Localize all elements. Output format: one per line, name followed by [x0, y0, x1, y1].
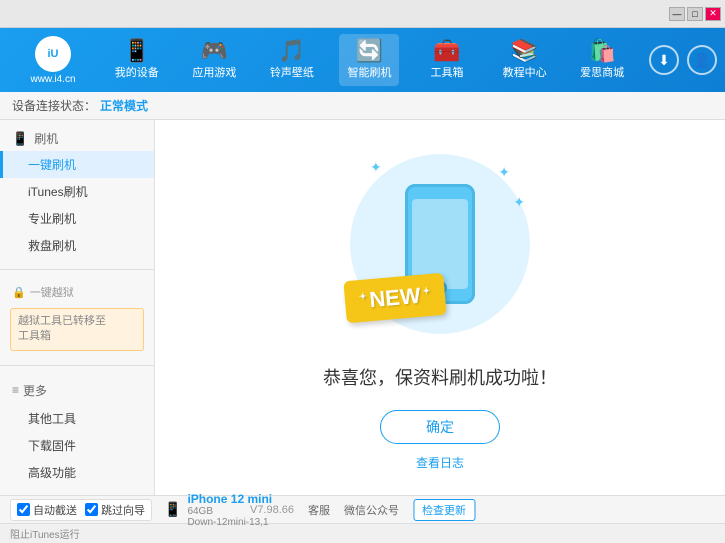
download-btn[interactable]: ⬇	[649, 45, 679, 75]
logo-area: iU www.i4.cn	[8, 36, 98, 85]
bottom-center: V7.98.66 客服 微信公众号 检查更新	[250, 499, 475, 521]
bottom-left: 自动截送 跳过向导 📱 iPhone 12 mini 64GB Down-12m…	[10, 492, 272, 528]
nav-items: 📱 我的设备 🎮 应用游戏 🎵 铃声壁纸 🔄 智能刷机 🧰 工具箱 📚 教程中心…	[98, 34, 641, 86]
jailbreak-notice-text: 越狱工具已转移至工具箱	[18, 315, 106, 342]
auto-send-label: 自动截送	[33, 502, 77, 518]
title-bar: — □ ✕	[0, 0, 725, 28]
view-log-link[interactable]: 查看日志	[416, 454, 464, 471]
nav-my-device[interactable]: 📱 我的设备	[107, 34, 167, 86]
tutorial-icon: 📚	[511, 40, 538, 62]
nav-apps-games-label: 应用游戏	[192, 64, 236, 80]
bottom-bar: 自动截送 跳过向导 📱 iPhone 12 mini 64GB Down-12m…	[0, 495, 725, 523]
logo-text: www.i4.cn	[30, 74, 75, 85]
nav-toolbox[interactable]: 🧰 工具箱	[417, 34, 477, 86]
window-controls: — □ ✕	[669, 7, 721, 21]
ringtones-icon: 🎵	[278, 40, 305, 62]
sidebar-header-flash: 📱 刷机	[0, 126, 154, 151]
customer-service-link[interactable]: 客服	[308, 502, 330, 518]
nav-tutorial-label: 教程中心	[503, 64, 547, 80]
nav-ringtones[interactable]: 🎵 铃声壁纸	[262, 34, 322, 86]
flash-section-icon: 📱	[12, 131, 28, 147]
nav-my-device-label: 我的设备	[115, 64, 159, 80]
smart-flash-icon: 🔄	[356, 40, 383, 62]
sidebar-item-advanced-features[interactable]: 高级功能	[0, 459, 154, 486]
divider-1	[0, 269, 154, 270]
skip-wizard-checkbox[interactable]	[85, 503, 98, 516]
sidebar-section-flash: 📱 刷机 一键刷机 iTunes刷机 专业刷机 救盘刷机	[0, 120, 154, 265]
success-illustration: ✦ ✦ ✦ NEW	[340, 144, 540, 344]
divider-2	[0, 365, 154, 366]
status-value: 正常模式	[100, 97, 148, 114]
sidebar-section-more: ≡ 更多 其他工具 下载固件 高级功能	[0, 370, 154, 492]
nav-smart-flash[interactable]: 🔄 智能刷机	[339, 34, 399, 86]
sparkle-1: ✦	[498, 164, 510, 181]
flash-section-label: 刷机	[34, 130, 58, 147]
itunes-status-text: 阻止iTunes运行	[10, 526, 80, 541]
nav-smart-flash-label: 智能刷机	[347, 64, 391, 80]
minimize-btn[interactable]: —	[669, 7, 685, 21]
jailbreak-notice: 越狱工具已转移至工具箱	[10, 308, 144, 351]
version-text: V7.98.66	[250, 504, 294, 516]
main-layout: 📱 刷机 一键刷机 iTunes刷机 专业刷机 救盘刷机 🔒 一键越狱	[0, 120, 725, 495]
content-area: ✦ ✦ ✦ NEW 恭喜您，保资料刷机成功啦！ 确定 查看日志	[155, 120, 725, 495]
fan-shop-icon: 🛍️	[588, 40, 615, 62]
more-section-icon: ≡	[12, 383, 19, 397]
sparkle-2: ✦	[513, 194, 525, 211]
new-badge: NEW	[343, 273, 446, 324]
device-phone-icon: 📱	[164, 501, 181, 518]
confirm-button[interactable]: 确定	[380, 410, 500, 444]
my-device-icon: 📱	[123, 40, 150, 62]
jailbreak-section-label: 一键越狱	[30, 284, 74, 300]
nav-toolbox-label: 工具箱	[431, 64, 464, 80]
sidebar-item-download-firmware[interactable]: 下载固件	[0, 432, 154, 459]
status-label: 设备连接状态：	[12, 97, 96, 114]
nav-right-buttons: ⬇ 👤	[649, 45, 717, 75]
sidebar-header-jailbreak: 🔒 一键越狱	[0, 280, 154, 304]
nav-fan-shop[interactable]: 🛍️ 爱思商城	[572, 34, 632, 86]
auto-send-checkbox-label[interactable]: 自动截送	[17, 502, 77, 518]
sidebar: 📱 刷机 一键刷机 iTunes刷机 专业刷机 救盘刷机 🔒 一键越狱	[0, 120, 155, 495]
sidebar-item-itunes-flash[interactable]: iTunes刷机	[0, 178, 154, 205]
nav-apps-games[interactable]: 🎮 应用游戏	[184, 34, 244, 86]
nav-tutorial[interactable]: 📚 教程中心	[495, 34, 555, 86]
logo-icon: iU	[35, 36, 71, 72]
sidebar-section-jailbreak: 🔒 一键越狱 越狱工具已转移至工具箱	[0, 274, 154, 361]
nav-ringtones-label: 铃声壁纸	[270, 64, 314, 80]
sidebar-item-one-key-flash[interactable]: 一键刷机	[0, 151, 154, 178]
lock-icon: 🔒	[12, 286, 26, 299]
sidebar-header-more: ≡ 更多	[0, 376, 154, 405]
more-section-label: 更多	[23, 382, 47, 399]
skip-wizard-label: 跳过向导	[101, 502, 145, 518]
auto-send-checkbox[interactable]	[17, 503, 30, 516]
toolbox-icon: 🧰	[433, 40, 460, 62]
top-nav: iU www.i4.cn 📱 我的设备 🎮 应用游戏 🎵 铃声壁纸 🔄 智能刷机…	[0, 28, 725, 92]
check-update-button[interactable]: 检查更新	[413, 499, 475, 521]
close-btn[interactable]: ✕	[705, 7, 721, 21]
user-btn[interactable]: 👤	[687, 45, 717, 75]
sidebar-item-data-flash[interactable]: 救盘刷机	[0, 232, 154, 259]
wechat-official-link[interactable]: 微信公众号	[344, 502, 399, 518]
skip-wizard-checkbox-label[interactable]: 跳过向导	[85, 502, 145, 518]
maximize-btn[interactable]: □	[687, 7, 703, 21]
sidebar-item-other-tools[interactable]: 其他工具	[0, 405, 154, 432]
sidebar-item-pro-flash[interactable]: 专业刷机	[0, 205, 154, 232]
sparkle-3: ✦	[370, 159, 382, 176]
nav-fan-shop-label: 爱思商城	[580, 64, 624, 80]
apps-games-icon: 🎮	[201, 40, 228, 62]
status-bar: 设备连接状态： 正常模式	[0, 92, 725, 120]
success-title: 恭喜您，保资料刷机成功啦！	[323, 364, 557, 390]
